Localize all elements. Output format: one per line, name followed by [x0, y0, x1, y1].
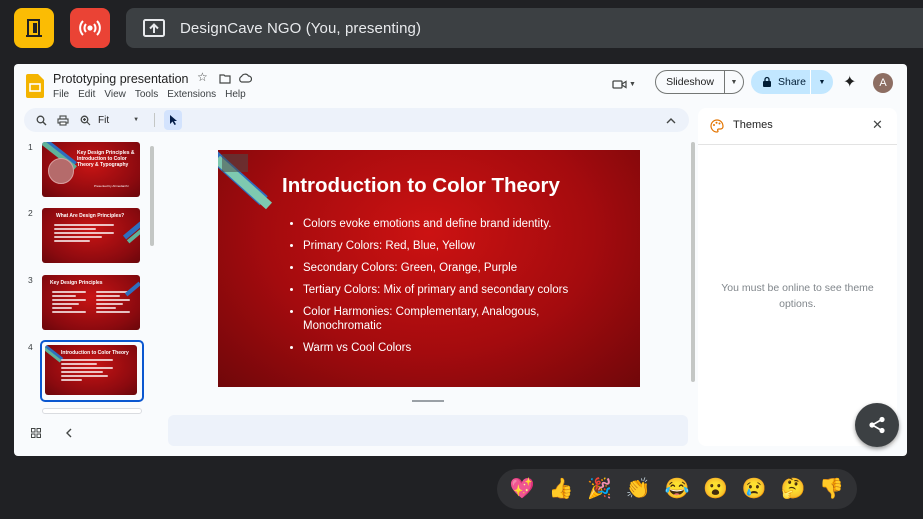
- slide-number: 4: [28, 342, 33, 352]
- slide-bullet: Warm vs Cool Colors: [303, 341, 603, 355]
- slide-canvas[interactable]: Introduction to Color Theory Colors evok…: [218, 150, 640, 387]
- star-icon[interactable]: ☆: [197, 70, 208, 84]
- share-button[interactable]: Share ▼: [751, 70, 833, 94]
- menu-bar: File Edit View Tools Extensions Help: [53, 89, 246, 100]
- gemini-sparkle-icon[interactable]: ✦: [843, 72, 856, 92]
- slide-number: 3: [28, 275, 33, 285]
- zoom-select[interactable]: Fit ▼: [98, 108, 146, 132]
- slides-window: Prototyping presentation ☆ File Edit Vie…: [14, 64, 907, 456]
- collapse-filmstrip-icon[interactable]: [65, 428, 72, 438]
- share-fab[interactable]: [855, 403, 899, 447]
- share-icon: [869, 416, 885, 434]
- print-icon[interactable]: [56, 108, 70, 132]
- menu-file[interactable]: File: [53, 89, 69, 100]
- thumbnail-text: [61, 359, 113, 383]
- search-menus-icon[interactable]: [34, 108, 48, 132]
- video-call-button[interactable]: ▼: [612, 76, 642, 92]
- slide-bullet: Secondary Colors: Green, Orange, Purple: [303, 261, 603, 275]
- themes-title: Themes: [733, 119, 773, 131]
- presenting-bar: DesignCave NGO (You, presenting): [126, 8, 923, 48]
- canvas-scrollbar[interactable]: [691, 142, 695, 382]
- slide-thumbnail-2[interactable]: What Are Design Principles?: [42, 208, 140, 263]
- reaction-crying[interactable]: 😢: [742, 478, 767, 500]
- reaction-joy[interactable]: 😂: [665, 478, 690, 500]
- slideshow-dropdown[interactable]: ▼: [724, 71, 743, 93]
- door-icon: [26, 19, 42, 37]
- document-title[interactable]: Prototyping presentation: [53, 72, 189, 86]
- share-label: Share: [778, 76, 807, 88]
- menu-view[interactable]: View: [104, 89, 126, 100]
- broadcast-icon: [79, 20, 101, 36]
- reaction-thumbs-up[interactable]: 👍: [549, 478, 574, 500]
- thumbnail-text: [54, 224, 114, 244]
- cursor-icon: [169, 115, 177, 125]
- slide-bullet: Tertiary Colors: Mix of primary and seco…: [303, 283, 603, 297]
- thumbnail-title: Introduction to Color Theory: [61, 350, 129, 356]
- filmstrip: 1 Key Design Principles & Introduction t…: [14, 134, 160, 414]
- leave-call-button[interactable]: [14, 8, 54, 48]
- slideshow-label: Slideshow: [666, 76, 714, 88]
- speaker-notes-handle[interactable]: [412, 400, 444, 402]
- menu-edit[interactable]: Edit: [78, 89, 95, 100]
- thumbnail-image: [48, 158, 74, 184]
- thumbnail-text: [96, 291, 130, 315]
- broadcast-button[interactable]: [70, 8, 110, 48]
- collapse-toolbar-icon[interactable]: [664, 108, 678, 132]
- avatar[interactable]: A: [873, 73, 893, 93]
- cloud-status-icon[interactable]: [238, 73, 252, 83]
- slide-number: 2: [28, 208, 33, 218]
- slide-bullet-list: Colors evoke emotions and define brand i…: [284, 217, 603, 363]
- presenting-label: DesignCave NGO (You, presenting): [180, 19, 422, 37]
- chevron-down-icon: ▼: [133, 117, 140, 123]
- thumbnail-title: Key Design Principles & Introduction to …: [77, 150, 135, 168]
- slide-bullet: Color Harmonies: Complementary, Analogou…: [303, 305, 603, 333]
- thumbnail-subtitle: Presented by Ahmedanthr: [94, 184, 129, 188]
- reaction-thumbs-down[interactable]: 👎: [819, 478, 844, 500]
- chevron-down-icon: ▼: [629, 80, 636, 88]
- slideshow-button[interactable]: Slideshow ▼: [655, 70, 744, 94]
- slide-bullet: Colors evoke emotions and define brand i…: [303, 217, 603, 231]
- thumbnail-title: What Are Design Principles?: [56, 213, 125, 219]
- reactions-bar: 💖 👍 🎉 👏 😂 😮 😢 🤔 👎: [497, 469, 857, 509]
- slide-decoration-dark: [222, 154, 248, 172]
- themes-offline-message: You must be online to see theme options.: [721, 282, 874, 310]
- palette-icon: [710, 119, 724, 133]
- menu-help[interactable]: Help: [225, 89, 246, 100]
- menu-tools[interactable]: Tools: [135, 89, 158, 100]
- slide-bullet: Primary Colors: Red, Blue, Yellow: [303, 239, 603, 253]
- zoom-value: Fit: [98, 114, 110, 126]
- reaction-party-popper[interactable]: 🎉: [587, 478, 612, 500]
- reaction-sparkling-heart[interactable]: 💖: [510, 478, 535, 500]
- grid-view-icon[interactable]: [31, 428, 41, 438]
- present-screen-icon: [143, 19, 165, 37]
- themes-header-divider: [698, 144, 897, 145]
- move-folder-icon[interactable]: [219, 74, 231, 84]
- reaction-thinking[interactable]: 🤔: [780, 478, 805, 500]
- speaker-notes-area[interactable]: [168, 415, 688, 446]
- toolbar-divider: [154, 113, 155, 127]
- thumbnail-title: Key Design Principles: [50, 280, 103, 286]
- slide-thumbnail-5[interactable]: [42, 408, 142, 414]
- filmstrip-scrollbar[interactable]: [150, 146, 154, 246]
- slide-thumbnail-3[interactable]: Key Design Principles: [42, 275, 140, 330]
- themes-panel: Themes ✕ You must be online to see theme…: [698, 108, 897, 446]
- slide-number: 1: [28, 142, 33, 152]
- video-camera-icon: [612, 79, 627, 89]
- slide-thumbnail-4[interactable]: Introduction to Color Theory: [45, 345, 137, 395]
- zoom-icon[interactable]: [78, 108, 92, 132]
- thumbnail-text: [52, 291, 86, 315]
- slide-title: Introduction to Color Theory: [282, 174, 560, 197]
- reaction-surprised[interactable]: 😮: [703, 478, 728, 500]
- toolbar: Fit ▼: [24, 108, 689, 132]
- select-cursor-button[interactable]: [164, 110, 182, 130]
- slide-thumbnail-1[interactable]: Key Design Principles & Introduction to …: [42, 142, 140, 197]
- lock-icon: [763, 76, 771, 87]
- close-icon[interactable]: ✕: [872, 117, 883, 133]
- share-dropdown[interactable]: ▼: [810, 70, 833, 94]
- menu-extensions[interactable]: Extensions: [167, 89, 216, 100]
- slides-logo-icon[interactable]: [26, 74, 44, 98]
- reaction-clapping[interactable]: 👏: [626, 478, 651, 500]
